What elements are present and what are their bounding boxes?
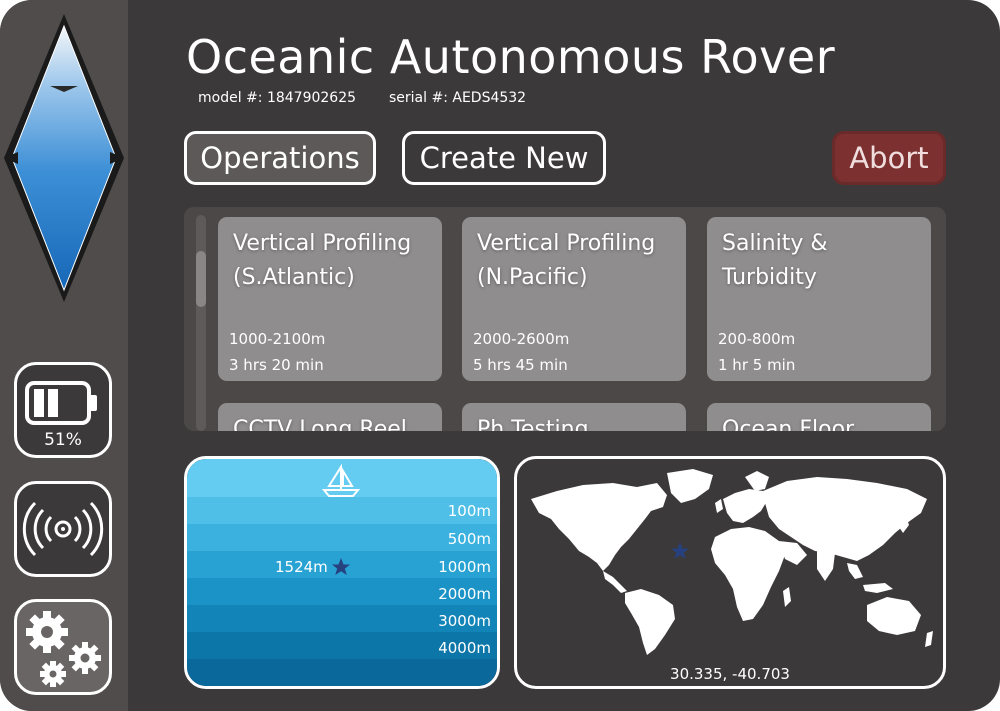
depth-level-label: 3000m (438, 612, 491, 630)
operations-button[interactable]: Operations (184, 131, 376, 185)
gears-icon (26, 611, 101, 687)
depth-gauge: 100m 500m 1000m 2000m 3000m 4000m 1524m (184, 456, 500, 689)
operation-card[interactable]: CCTV Long Reel (218, 403, 442, 431)
operation-depth: 200-800m (718, 330, 796, 348)
battery-icon (25, 381, 97, 425)
model-number: model #: 1847902625 (198, 90, 357, 106)
operation-name: Vertical Profiling (N.Pacific) (477, 231, 656, 290)
star-icon (671, 542, 689, 559)
operation-depth: 1000-2100m (229, 330, 326, 348)
operation-name: Salinity & Turbidity (722, 231, 828, 290)
operation-name: CCTV Long Reel (233, 417, 407, 431)
location-map: 30.335, -40.703 (514, 456, 946, 689)
coordinates-readout: 30.335, -40.703 (670, 665, 790, 683)
operation-name: Ph Testing (477, 417, 589, 431)
operation-card[interactable]: Vertical Profiling (N.Pacific) 2000-2600… (462, 217, 686, 381)
serial-number: serial #: AEDS4532 (389, 90, 527, 106)
operation-card[interactable]: Vertical Profiling (S.Atlantic) 1000-210… (218, 217, 442, 381)
operation-name: Vertical Profiling (S.Atlantic) (233, 231, 412, 290)
star-icon (332, 558, 350, 575)
depth-level-label: 500m (447, 530, 491, 548)
abort-button[interactable]: Abort (832, 131, 946, 185)
operation-card[interactable]: Ph Testing (462, 403, 686, 431)
rover-control-screen: 51% Oceanic Autonomous Rover model #: 18… (0, 0, 1000, 711)
create-new-button[interactable]: Create New (402, 131, 606, 185)
compass-needle-icon (4, 14, 124, 302)
operations-scrollbar[interactable] (196, 215, 206, 431)
rover-depth-readout: 1524m (275, 558, 328, 576)
signal-button[interactable] (14, 481, 112, 577)
operation-depth: 2000-2600m (473, 330, 570, 348)
depth-level-label: 2000m (438, 585, 491, 603)
operation-duration: 3 hrs 20 min (229, 356, 324, 374)
depth-band (187, 659, 497, 686)
page-title: Oceanic Autonomous Rover (186, 30, 836, 84)
operation-duration: 1 hr 5 min (718, 356, 796, 374)
depth-level-label: 4000m (438, 639, 491, 657)
operation-card[interactable]: Salinity & Turbidity 200-800m 1 hr 5 min (707, 217, 931, 381)
sailboat-icon (321, 463, 361, 497)
settings-button[interactable] (14, 599, 112, 695)
signal-broadcast-icon (22, 501, 104, 557)
depth-level-label: 100m (447, 502, 491, 520)
world-map-icon (531, 469, 933, 655)
battery-status-button[interactable]: 51% (14, 362, 112, 458)
operations-list: Vertical Profiling (S.Atlantic) 1000-210… (184, 207, 946, 431)
battery-percentage: 51% (44, 430, 82, 450)
operation-card[interactable]: Ocean Floor (707, 403, 931, 431)
operation-duration: 5 hrs 45 min (473, 356, 568, 374)
depth-level-label: 1000m (438, 558, 491, 576)
sidebar: 51% (0, 0, 128, 711)
scrollbar-thumb[interactable] (196, 251, 206, 307)
operation-name: Ocean Floor (722, 417, 855, 431)
